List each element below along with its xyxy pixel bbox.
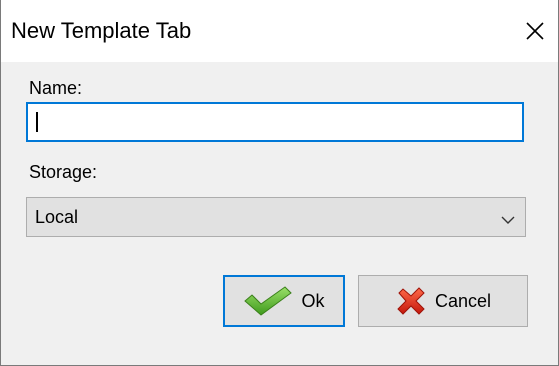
cancel-button[interactable]: Cancel — [358, 275, 528, 327]
new-template-tab-dialog: New Template Tab Name: Storage: Local Ok… — [0, 0, 559, 366]
chevron-down-icon — [501, 212, 515, 230]
storage-label: Storage: — [29, 162, 98, 182]
cancel-button-label: Cancel — [434, 290, 492, 311]
dialog-title: New Template Tab — [11, 18, 192, 43]
close-icon — [525, 21, 545, 41]
title-bar: New Template Tab — [1, 0, 558, 62]
name-label: Name: — [29, 78, 83, 98]
storage-selected-value: Local — [35, 207, 79, 227]
ok-button[interactable]: Ok — [223, 275, 345, 327]
storage-select[interactable]: Local — [26, 197, 526, 237]
red-x-icon — [395, 285, 427, 317]
checkmark-icon — [243, 285, 293, 317]
text-caret — [36, 112, 38, 132]
ok-button-label: Ok — [301, 290, 325, 311]
name-input[interactable] — [26, 102, 524, 142]
close-button[interactable] — [512, 0, 558, 62]
